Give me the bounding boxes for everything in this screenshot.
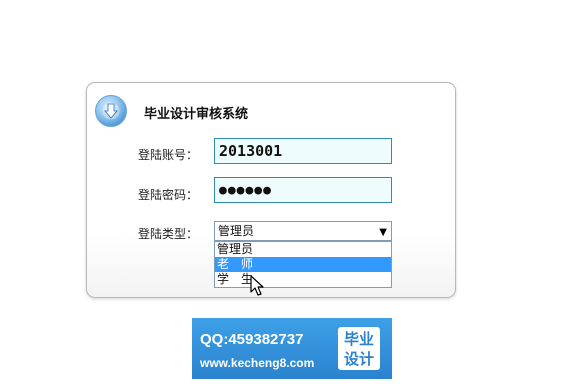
password-label: 登陆密码： <box>138 188 199 202</box>
page-title: 毕业设计审核系统 <box>144 107 249 122</box>
login-type-dropdown: 管理员 老 师 学 生 <box>214 241 392 288</box>
option-teacher[interactable]: 老 师 <box>215 257 391 272</box>
badge-line-1: 毕业 <box>343 330 374 348</box>
mouse-cursor-icon <box>250 275 264 296</box>
badge: 毕业 设计 <box>338 327 380 370</box>
qq-text: QQ:459382737 <box>200 331 304 348</box>
chevron-down-icon[interactable]: ▼ <box>379 225 387 241</box>
password-field[interactable]: ●●●●●● <box>214 177 392 203</box>
account-field[interactable]: 2013001 <box>214 138 392 164</box>
account-label: 登陆账号： <box>138 148 199 162</box>
login-type-label: 登陆类型： <box>138 227 199 241</box>
login-type-select[interactable]: 管理员 ▼ <box>214 221 392 241</box>
site-url: www.kecheng8.com <box>200 356 315 370</box>
badge-line-2: 设计 <box>343 350 374 368</box>
option-student[interactable]: 学 生 <box>215 272 391 287</box>
promo-banner: QQ:459382737 www.kecheng8.com 毕业 设计 <box>192 318 392 379</box>
option-admin[interactable]: 管理员 <box>215 242 391 257</box>
download-arrow-icon <box>95 95 127 127</box>
login-type-selected: 管理员 <box>218 224 255 238</box>
